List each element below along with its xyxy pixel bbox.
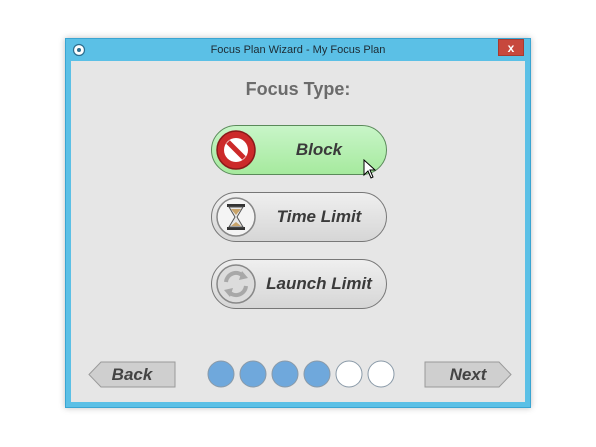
progress-step [239,360,267,388]
progress-step [335,360,363,388]
block-icon [216,130,256,170]
option-time-limit-button[interactable]: Time Limit [211,192,387,242]
progress-step [303,360,331,388]
next-button[interactable]: Next [424,361,512,388]
wizard-content: Focus Type: Block Time Limit Launch Limi… [71,61,525,402]
option-launch-limit-button[interactable]: Launch Limit [211,259,387,309]
focus-type-heading: Focus Type: [245,79,351,99]
option-time-limit-label: Time Limit [276,207,362,226]
wizard-window: Focus Plan Wizard - My Focus Plan x Focu… [65,38,531,408]
window-title: Focus Plan Wizard - My Focus Plan [210,44,386,56]
option-launch-limit-label: Launch Limit [266,274,372,293]
wizard-progress-indicator [207,360,395,388]
close-button[interactable]: x [498,39,524,56]
title-bar[interactable]: Focus Plan Wizard - My Focus Plan x [66,39,530,61]
back-button-label: Back [111,365,153,384]
refresh-icon [216,264,256,304]
progress-step [207,360,235,388]
next-button-label: Next [449,365,487,384]
mouse-cursor-icon [363,159,377,179]
progress-step [271,360,299,388]
progress-step [367,360,395,388]
hourglass-icon [216,197,256,237]
back-button[interactable]: Back [88,361,176,388]
option-block-button[interactable]: Block [211,125,387,179]
